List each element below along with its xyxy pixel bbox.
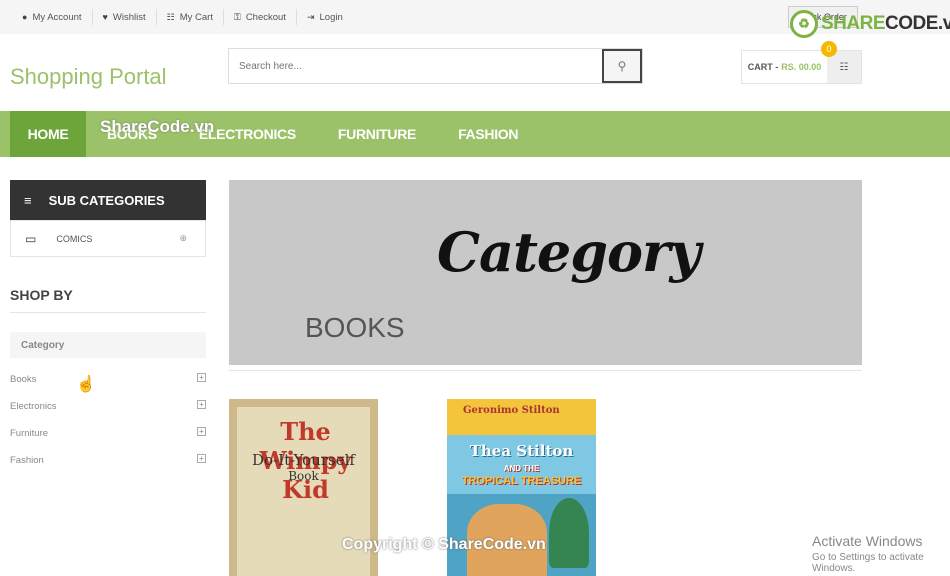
sub-category-label: COMICS	[56, 233, 93, 244]
book-subtitle: Do-It-Yourself	[252, 451, 355, 469]
plus-icon[interactable]: +	[197, 400, 206, 409]
menu-icon: ≡	[24, 192, 32, 208]
sharecode-overlay-text: ShareCode.vn	[100, 117, 215, 136]
key-icon: ⚿	[233, 11, 241, 22]
book-subtitle-2: Book	[288, 469, 319, 483]
watermark-share: SHARE	[821, 13, 886, 34]
search-input[interactable]	[229, 49, 602, 83]
login-icon: ⇥	[306, 11, 315, 22]
category-electronics[interactable]: Electronics +	[10, 398, 206, 414]
my-cart-link[interactable]: ☷ My Cart	[157, 9, 224, 25]
login-label: Login	[319, 11, 343, 23]
wishlist-label: Wishlist	[112, 11, 146, 23]
cart-count-badge: 0	[821, 41, 837, 57]
category-filter-header: Category	[10, 332, 206, 358]
book-subtitle-2: TROPICAL TREASURE	[461, 475, 582, 487]
heart-icon: ♥	[102, 12, 108, 22]
login-link[interactable]: ⇥ Login	[297, 9, 353, 25]
cart-total: CART - RS. 00.00	[742, 51, 827, 83]
nav-furniture[interactable]: FURNITURE	[317, 111, 437, 157]
book-banner: Geronimo Stilton	[447, 399, 596, 435]
sub-categories-title: SUB CATEGORIES	[48, 192, 165, 208]
category-label: Furniture	[10, 427, 49, 439]
sub-categories-header: ≡ SUB CATEGORIES	[10, 180, 206, 220]
my-account-link[interactable]: ● My Account	[12, 9, 93, 25]
checkout-link[interactable]: ⚿ Checkout	[224, 9, 297, 25]
watermark-code: CODE.vn	[885, 13, 950, 34]
book-illustration	[447, 494, 596, 576]
watermark-text: SHARECODE.vn	[821, 13, 950, 35]
banner-script-text: Category	[437, 220, 701, 284]
search-button[interactable]: ⚲	[602, 49, 642, 83]
recycle-icon: ♻	[790, 10, 818, 38]
banner-title: BOOKS	[305, 312, 405, 343]
category-banner: Category BOOKS	[229, 180, 862, 365]
category-label: Electronics	[10, 400, 57, 412]
category-label: Books	[10, 373, 37, 385]
plus-icon[interactable]: +	[197, 373, 206, 382]
category-fashion[interactable]: Fashion +	[10, 452, 206, 468]
book-subtitle: AND THE	[503, 464, 540, 473]
account-links: ● My Account ♥ Wishlist ☷ My Cart ⚿ Chec…	[12, 0, 353, 34]
book-series: Geronimo Stilton	[463, 405, 560, 416]
cart-icon: ☷	[166, 11, 175, 22]
cart-amount: RS. 00.00	[781, 62, 822, 72]
category-label: Fashion	[10, 454, 44, 466]
wishlist-link[interactable]: ♥ Wishlist	[93, 9, 157, 25]
category-books[interactable]: Books +	[10, 371, 206, 387]
content-divider	[229, 370, 862, 371]
my-account-label: My Account	[32, 11, 82, 23]
sharecode-watermark-logo: ♻ SHARECODE.vn	[790, 10, 950, 38]
plus-icon[interactable]: +	[197, 454, 206, 463]
monitor-icon: ▭	[25, 231, 37, 246]
nav-home[interactable]: HOME	[10, 111, 86, 157]
category-furniture[interactable]: Furniture +	[10, 425, 206, 441]
expand-icon: ⊕	[179, 233, 187, 243]
plus-icon[interactable]: +	[197, 427, 206, 436]
nav-fashion[interactable]: FASHION	[437, 111, 539, 157]
hand-cursor-icon: ☝	[76, 376, 96, 393]
sub-category-comics[interactable]: ▭ COMICS ⊕	[10, 220, 206, 257]
copyright-watermark: Copyright © ShareCode.vn	[342, 536, 546, 553]
checkout-label: Checkout	[245, 11, 286, 23]
search-icon: ⚲	[617, 59, 627, 73]
activate-windows-subtitle: Go to Settings to activate Windows.	[812, 552, 924, 574]
book-title: Thea Stilton	[469, 442, 574, 460]
site-logo[interactable]: Shopping Portal	[10, 64, 167, 90]
illustration-palm	[549, 498, 589, 568]
my-cart-label: My Cart	[179, 11, 213, 23]
cart-summary[interactable]: CART - RS. 00.00 ☷	[741, 50, 862, 84]
search-bar: ⚲	[228, 48, 643, 84]
shop-by-title: SHOP BY	[10, 287, 206, 313]
cart-label: CART -	[747, 62, 779, 72]
user-icon: ●	[22, 12, 28, 22]
activate-windows-title: Activate Windows	[812, 533, 923, 549]
